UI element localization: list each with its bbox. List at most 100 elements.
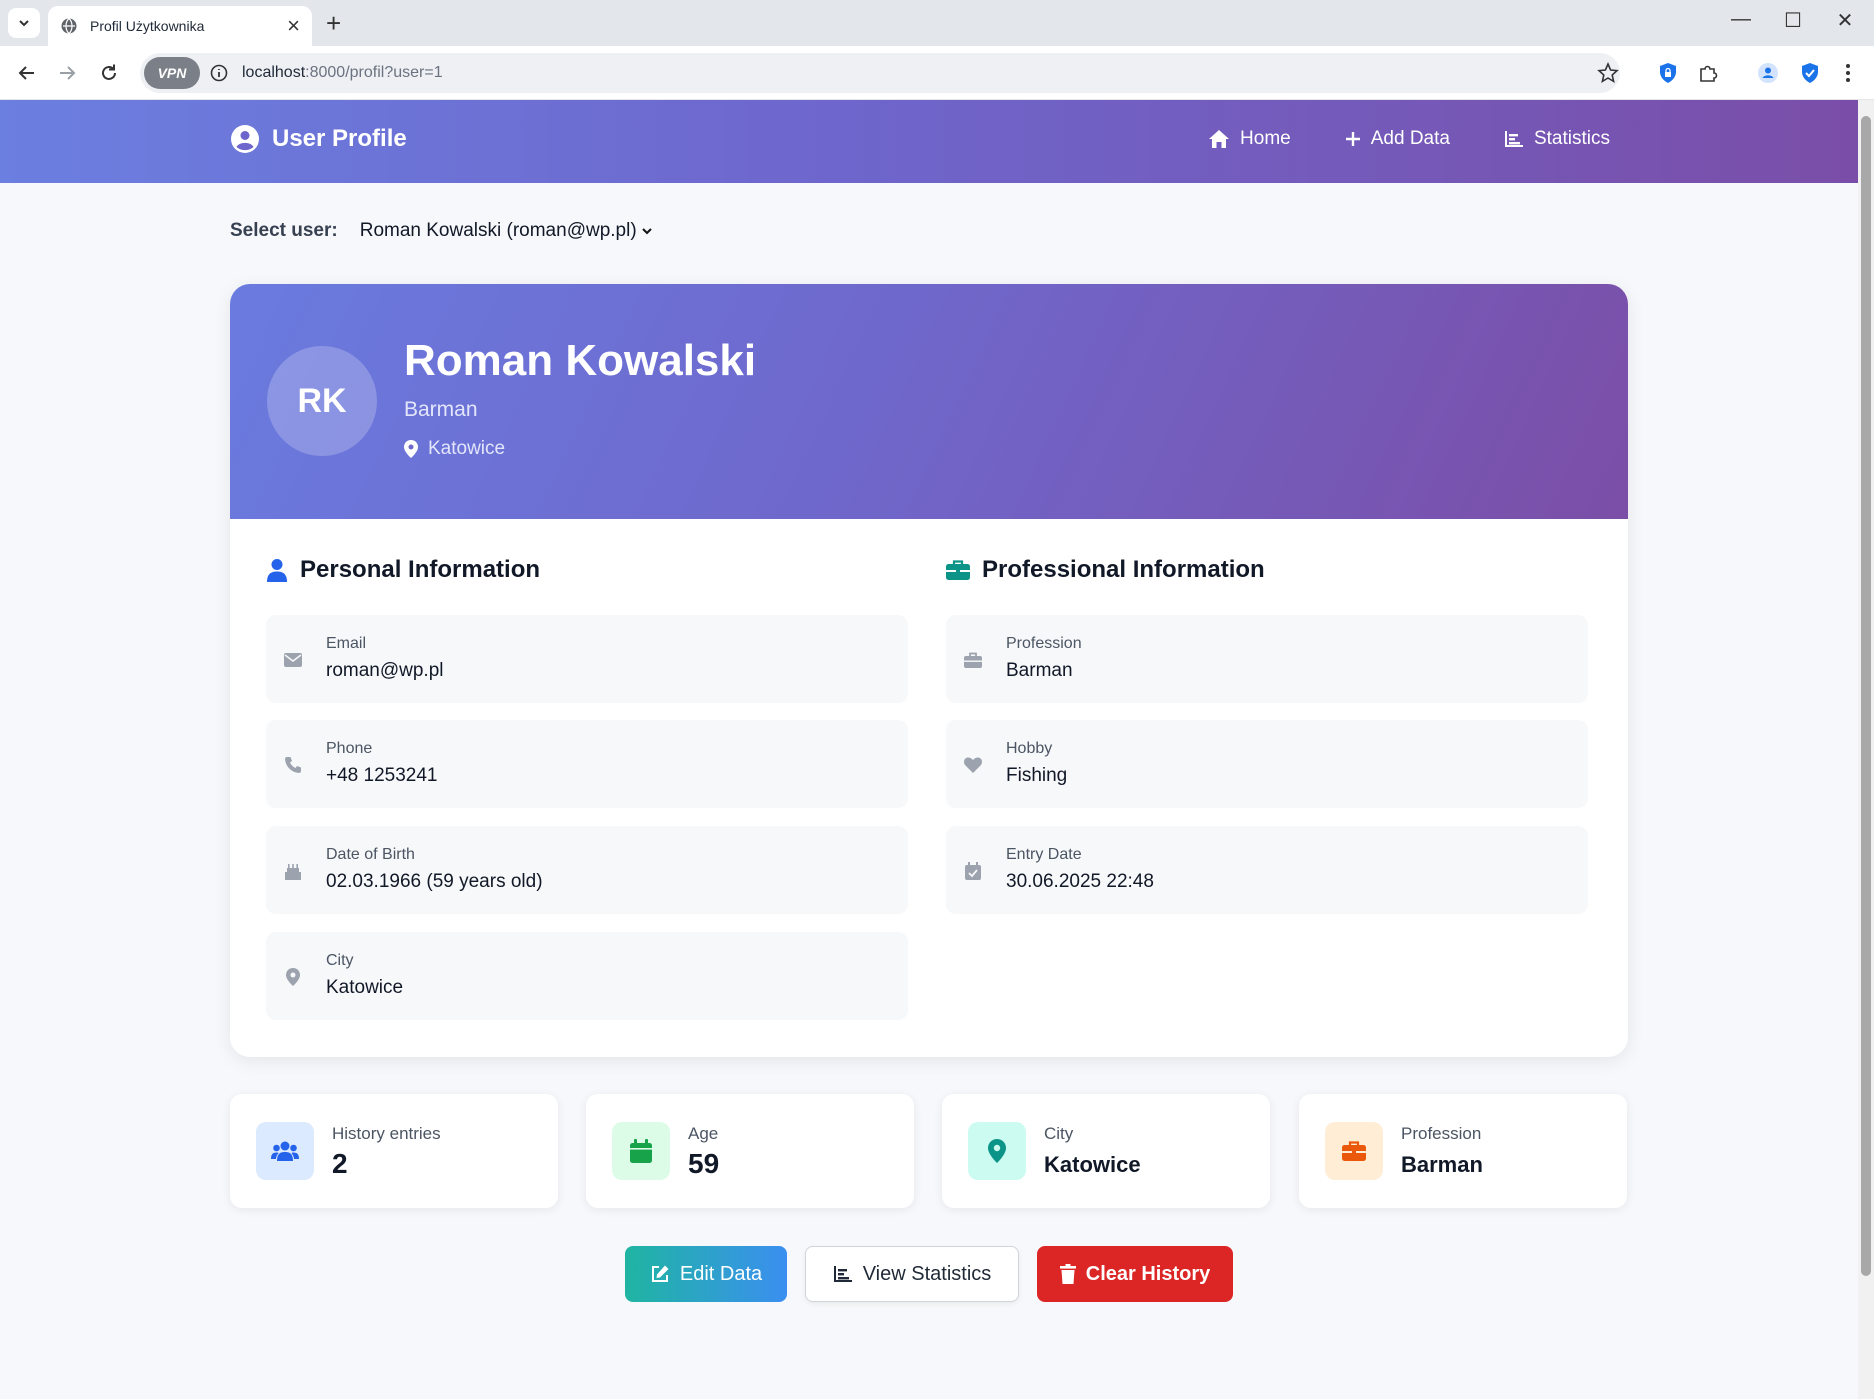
briefcase-icon	[1325, 1122, 1383, 1180]
clear-history-button[interactable]: Clear History	[1037, 1246, 1233, 1302]
plus-icon	[1345, 132, 1360, 146]
minimize-button[interactable]: —	[1714, 8, 1768, 31]
calendar-check-icon	[962, 860, 984, 882]
home-icon	[1209, 130, 1230, 148]
more-vertical-icon	[1846, 64, 1850, 82]
user-select[interactable]: Roman Kowalski (roman@wp.pl)	[360, 220, 653, 242]
tab-close-icon[interactable]: ×	[287, 15, 300, 37]
map-marker-icon	[282, 966, 304, 988]
stat-history-value: 2	[332, 1148, 348, 1179]
profile-name: Roman Kowalski	[404, 336, 757, 385]
profession-label: Profession	[1006, 635, 1082, 652]
profile-card: RK Roman Kowalski Barman Katowice Person…	[230, 284, 1628, 1057]
app-navbar: User Profile Home Add Data Statistics	[0, 100, 1858, 183]
briefcase-icon	[962, 649, 984, 671]
stat-card-profession: Profession Barman	[1299, 1094, 1627, 1208]
map-marker-icon	[404, 440, 418, 458]
profile-button[interactable]	[1754, 59, 1782, 87]
personal-info-title-text: Personal Information	[300, 556, 541, 583]
vpn-badge[interactable]: VPN	[144, 57, 200, 89]
envelope-icon	[282, 649, 304, 671]
stat-card-history: History entries 2	[230, 1094, 558, 1208]
stat-profession-value: Barman	[1401, 1152, 1483, 1177]
extension-shield-button[interactable]	[1654, 59, 1682, 87]
scrollbar-thumb[interactable]	[1861, 116, 1871, 1276]
back-button[interactable]	[12, 58, 42, 88]
browser-menu-button[interactable]	[1834, 59, 1862, 87]
hobby-field: Hobby Fishing	[946, 720, 1588, 808]
user-select-value: Roman Kowalski (roman@wp.pl)	[359, 220, 637, 241]
stat-profession-label: Profession	[1401, 1124, 1482, 1143]
professional-info-title-text: Professional Information	[982, 556, 1265, 583]
user-circle-icon	[231, 125, 259, 153]
view-statistics-button[interactable]: View Statistics	[805, 1246, 1019, 1302]
forward-button[interactable]	[52, 58, 82, 88]
url-path: :8000/profil?user=1	[305, 64, 443, 81]
nav-home-label: Home	[1240, 128, 1291, 149]
city-value: Katowice	[326, 977, 404, 998]
stat-city-value: Katowice	[1044, 1152, 1141, 1177]
chevron-down-icon	[641, 228, 652, 235]
brand-title: User Profile	[272, 125, 407, 152]
page-scrollbar[interactable]	[1858, 100, 1874, 1399]
maximize-button[interactable]: ☐	[1766, 8, 1820, 33]
tab-title: Profil Użytkownika	[90, 18, 205, 34]
nav-statistics-label: Statistics	[1533, 128, 1610, 149]
email-field: Email roman@wp.pl	[266, 615, 908, 703]
arrow-right-icon	[60, 66, 76, 80]
tab-search-button[interactable]	[8, 8, 40, 38]
nav-add-data-label: Add Data	[1370, 128, 1450, 149]
address-bar[interactable]: VPN localhost:8000/profil?user=1	[140, 53, 1620, 93]
profession-field: Profession Barman	[946, 615, 1588, 703]
edit-data-button[interactable]: Edit Data	[625, 1246, 787, 1302]
email-value: roman@wp.pl	[326, 660, 444, 681]
phone-icon	[282, 754, 304, 776]
profile-city-label: Katowice	[428, 438, 506, 459]
hobby-value: Fishing	[1006, 765, 1068, 786]
nav-add-data-link[interactable]: Add Data	[1345, 128, 1450, 150]
arrow-left-icon	[18, 66, 34, 80]
browser-tab[interactable]: Profil Użytkownika ×	[48, 6, 312, 46]
stat-city-label: City	[1044, 1124, 1074, 1143]
clear-history-label: Clear History	[1085, 1262, 1211, 1285]
browser-toolbar: VPN localhost:8000/profil?user=1	[0, 46, 1874, 100]
brand[interactable]: User Profile	[230, 124, 407, 154]
phone-label: Phone	[326, 740, 373, 757]
close-window-button[interactable]: ✕	[1818, 8, 1872, 33]
stat-card-age: Age 59	[586, 1094, 914, 1208]
birthday-cake-icon	[282, 860, 304, 882]
stat-age-value: 59	[688, 1148, 720, 1179]
users-icon	[256, 1122, 314, 1180]
stat-history-label: History entries	[332, 1124, 441, 1143]
profile-city: Katowice	[404, 438, 505, 460]
entry-date-label: Entry Date	[1006, 846, 1082, 863]
nav-statistics-link[interactable]: Statistics	[1504, 128, 1610, 150]
trash-icon	[1059, 1264, 1076, 1284]
entry-date-field: Entry Date 30.06.2025 22:48	[946, 826, 1588, 914]
entry-date-value: 30.06.2025 22:48	[1006, 871, 1154, 892]
stat-age-label: Age	[688, 1124, 719, 1143]
reload-button[interactable]	[94, 58, 124, 88]
city-label: City	[326, 952, 354, 969]
user-select-row: Select user: Roman Kowalski (roman@wp.pl…	[230, 220, 653, 242]
user-select-label: Select user:	[230, 220, 338, 241]
new-tab-button[interactable]: +	[326, 10, 341, 36]
stat-card-city: City Katowice	[942, 1094, 1270, 1208]
birth-date-value: 02.03.1966 (59 years old)	[326, 871, 543, 892]
info-icon[interactable]	[210, 64, 228, 82]
chart-bar-icon	[833, 1266, 852, 1282]
reload-icon	[102, 64, 116, 80]
url-text[interactable]: localhost:8000/profil?user=1	[242, 64, 443, 82]
birth-date-field: Date of Birth 02.03.1966 (59 years old)	[266, 826, 908, 914]
shield-lock-icon	[1660, 63, 1676, 83]
phone-field: Phone +48 1253241	[266, 720, 908, 808]
chevron-down-icon	[19, 20, 29, 27]
birth-date-label: Date of Birth	[326, 846, 415, 863]
extensions-button[interactable]	[1694, 59, 1722, 87]
edit-icon	[651, 1265, 669, 1282]
calendar-icon	[612, 1122, 670, 1180]
bookmark-star-button[interactable]	[1594, 59, 1622, 87]
email-label: Email	[326, 635, 367, 652]
nav-home-link[interactable]: Home	[1208, 128, 1291, 150]
security-extension-button[interactable]	[1796, 59, 1824, 87]
